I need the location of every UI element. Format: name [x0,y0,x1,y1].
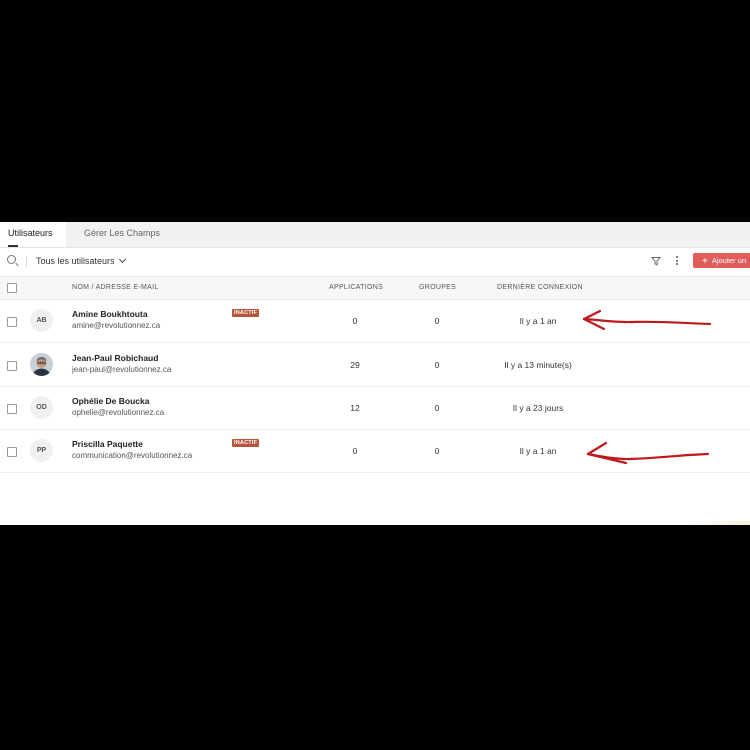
add-user-label: Ajouter un [711,256,747,265]
more-vertical-icon[interactable] [674,256,680,268]
tab-gerer-les-champs[interactable]: Gérer Les Champs [84,222,160,247]
applications-count: 12 [350,403,360,413]
header-applications: APPLICATIONS [329,284,384,291]
avatar: PP [30,439,53,462]
avatar: OD [30,396,53,419]
last-login: Il y a 1 an [519,316,557,326]
applications-count: 29 [350,360,360,370]
avatar: AB [30,309,53,332]
user-name[interactable]: Jean-Paul Robichaud [72,353,158,363]
avatar [30,353,53,376]
user-name[interactable]: Priscilla Paquette [72,439,143,449]
toolbar-divider [26,256,27,268]
tab-bar: Utilisateurs Gérer Les Champs [0,222,750,248]
add-user-button[interactable]: + Ajouter un [693,253,750,268]
applications-count: 0 [352,316,358,326]
header-groupes: GROUPES [419,284,457,291]
table-header: NOM / ADRESSE E-MAIL APPLICATIONS GROUPE… [0,277,750,300]
table-row[interactable]: AB Amine Boukhtouta amine@revolutionnez.… [0,299,750,343]
status-badge: INACTIF [232,439,260,447]
users-screen: Utilisateurs Gérer Les Champs Tous les u… [0,222,750,525]
table-row[interactable]: OD Ophélie De Boucka ophelie@revolutionn… [0,386,750,430]
applications-count: 0 [352,446,358,456]
user-email: communication@revolutionnez.ca [72,451,193,460]
funnel-icon[interactable] [651,256,661,266]
user-filter-label: Tous les utilisateurs [36,256,115,266]
last-login: Il y a 23 jours [512,403,564,413]
user-email: jean-paul@revolutionnez.ca [72,365,172,374]
groups-count: 0 [434,403,440,413]
header-derniere-connexion: DERNIÈRE CONNEXION [497,284,583,291]
row-checkbox[interactable] [7,317,17,327]
tab-utilisateurs[interactable]: Utilisateurs [0,222,66,247]
toolbar: Tous les utilisateurs + Ajouter un [0,248,750,277]
chevron-down-icon [118,255,126,264]
table-row[interactable]: PP Priscilla Paquette communication@revo… [0,429,750,473]
user-name[interactable]: Ophélie De Boucka [72,396,149,406]
groups-count: 0 [434,360,440,370]
table-row[interactable]: Jean-Paul Robichaud jean-paul@revolution… [0,343,750,387]
groups-count: 0 [434,446,440,456]
edge-highlight [680,521,750,525]
header-nom-email: NOM / ADRESSE E-MAIL [72,284,159,291]
last-login: Il y a 1 an [519,446,557,456]
row-checkbox[interactable] [7,447,17,457]
groups-count: 0 [434,316,440,326]
search-icon[interactable] [7,255,16,264]
select-all-checkbox[interactable] [7,283,17,293]
user-photo-icon [30,353,53,376]
status-badge: INACTIF [232,309,260,317]
user-name[interactable]: Amine Boukhtouta [72,309,148,319]
user-email: amine@revolutionnez.ca [72,321,161,330]
plus-icon: + [702,256,708,267]
row-checkbox[interactable] [7,361,17,371]
user-filter-dropdown[interactable]: Tous les utilisateurs [36,255,126,266]
user-email: ophelie@revolutionnez.ca [72,408,165,417]
last-login: Il y a 13 minute(s) [504,360,572,370]
row-checkbox[interactable] [7,404,17,414]
